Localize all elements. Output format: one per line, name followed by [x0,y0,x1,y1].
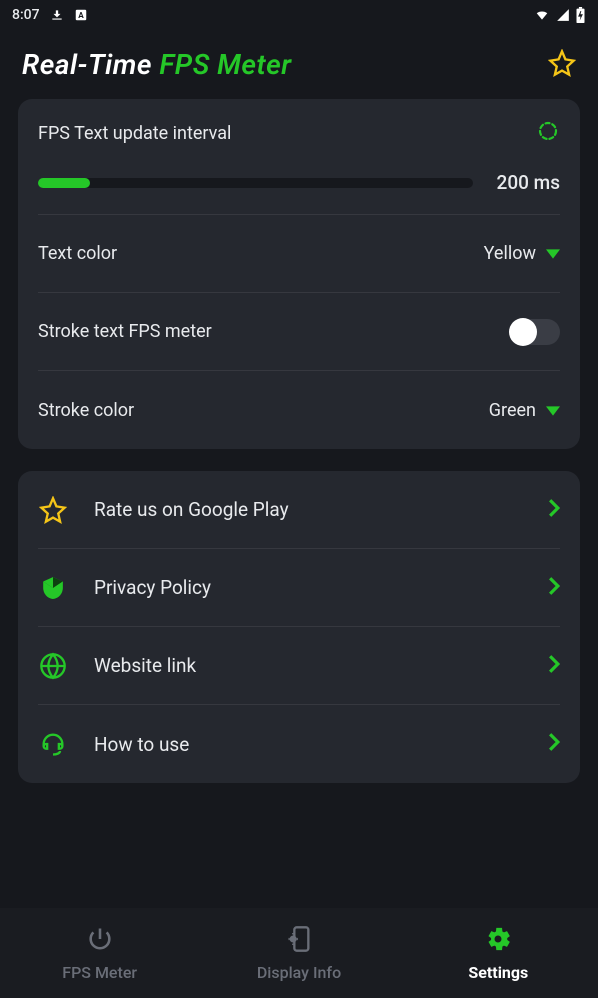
nav-fps-label: FPS Meter [62,963,137,982]
app-header: Real-Time FPS Meter [0,30,598,99]
gear-icon [484,925,512,957]
slider-fill [38,178,90,188]
privacy-policy-link[interactable]: Privacy Policy [38,549,560,627]
nav-settings-label: Settings [468,963,528,982]
headset-icon [38,730,68,758]
power-icon [86,925,114,957]
dropdown-caret-icon [546,400,560,421]
nav-settings[interactable]: Settings [399,908,598,998]
app-badge-icon: A [74,8,88,22]
battery-icon [575,7,586,23]
svg-text:A: A [78,10,84,20]
nav-display-info[interactable]: Display Info [199,908,398,998]
rate-us-link[interactable]: Rate us on Google Play [38,471,560,549]
download-icon [50,8,64,22]
text-color-value: Yellow [484,243,536,264]
bottom-nav: FPS Meter Display Info Settings [0,908,598,998]
dropdown-caret-icon [546,243,560,264]
chevron-right-icon [548,499,560,521]
app-title: Real-Time FPS Meter [22,48,292,81]
update-interval-row: FPS Text update interval 200 ms [38,99,560,215]
nav-display-label: Display Info [257,963,341,982]
settings-card: FPS Text update interval 200 ms Text col… [18,99,580,449]
wifi-icon [533,8,551,22]
text-color-label: Text color [38,243,117,264]
website-label: Website link [94,654,522,677]
stroke-color-value: Green [489,400,536,421]
chevron-right-icon [548,733,560,755]
stroke-color-label: Stroke color [38,400,134,421]
chevron-right-icon [548,577,560,599]
status-time: 8:07 [12,7,40,23]
privacy-label: Privacy Policy [94,576,522,599]
links-card: Rate us on Google Play Privacy Policy We… [18,471,580,783]
howto-label: How to use [94,733,522,756]
stroke-toggle-row: Stroke text FPS meter [38,293,560,371]
favorite-star-icon[interactable] [548,49,576,81]
shield-icon [38,574,68,602]
website-link[interactable]: Website link [38,627,560,705]
update-interval-label: FPS Text update interval [38,123,231,144]
toggle-knob [509,318,537,346]
interval-value: 200 ms [497,171,560,194]
globe-icon [38,652,68,680]
how-to-use-link[interactable]: How to use [38,705,560,783]
text-color-row[interactable]: Text color Yellow [38,215,560,293]
star-icon [38,496,68,524]
device-settings-icon [285,925,313,957]
stroke-toggle[interactable] [510,319,560,345]
stroke-color-row[interactable]: Stroke color Green [38,371,560,449]
status-bar: 8:07 A [0,0,598,30]
chevron-right-icon [548,655,560,677]
signal-icon [555,8,571,22]
rate-us-label: Rate us on Google Play [94,498,522,521]
stroke-toggle-label: Stroke text FPS meter [38,321,212,342]
nav-fps-meter[interactable]: FPS Meter [0,908,199,998]
interval-slider[interactable] [38,178,473,188]
refresh-icon[interactable] [536,119,560,147]
